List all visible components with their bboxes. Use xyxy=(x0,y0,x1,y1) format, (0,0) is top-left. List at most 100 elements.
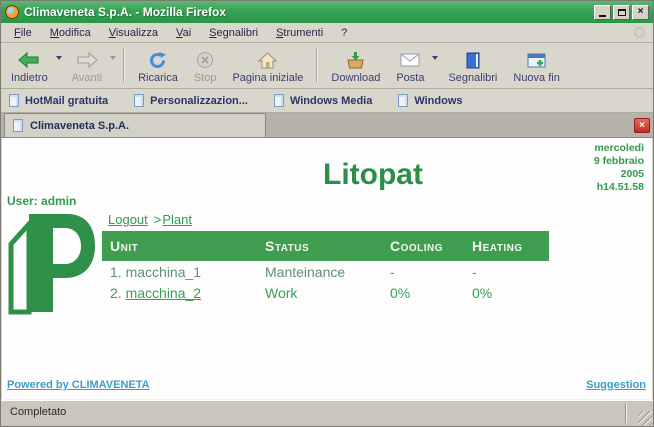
heating-cell: - xyxy=(464,264,549,280)
status-cell: Work xyxy=(257,285,382,301)
statusbar-divider xyxy=(625,403,627,423)
navigation-toolbar: Indietro Avanti Ricarica xyxy=(1,43,653,89)
menu-segnalibri[interactable]: Segnalibri xyxy=(200,25,267,41)
forward-button[interactable]: Avanti xyxy=(64,45,110,85)
col-cooling: Cooling xyxy=(382,238,464,254)
unit-name: macchina_1 xyxy=(126,264,202,280)
tab-label: Climaveneta S.p.A. xyxy=(30,120,129,132)
menu-vai[interactable]: Vai xyxy=(167,25,200,41)
stop-button[interactable]: Stop xyxy=(186,45,225,85)
bookmarks-label: Segnalibri xyxy=(448,72,497,84)
back-arrow-icon xyxy=(18,50,40,70)
forward-label: Avanti xyxy=(72,72,102,84)
status-bar: Completato xyxy=(1,399,653,426)
resize-grip-icon[interactable] xyxy=(638,411,652,425)
new-window-label: Nuova fin xyxy=(513,72,559,84)
close-icon: × xyxy=(638,7,644,17)
minimize-button[interactable] xyxy=(594,5,611,20)
status-text: Completato xyxy=(10,406,66,418)
main-area: Litopat Logout >Plant Unit Status Cooling… xyxy=(102,138,644,399)
reload-label: Ricarica xyxy=(138,72,178,84)
unit-name-link[interactable]: macchina_2 xyxy=(126,285,202,301)
bookmark-hotmail[interactable]: HotMail gratuita xyxy=(9,94,108,107)
firefox-icon[interactable] xyxy=(5,5,19,19)
tab-climaveneta[interactable]: Climaveneta S.p.A. xyxy=(4,113,266,137)
col-unit: Unit xyxy=(102,238,257,254)
unit-cell: 2. macchina_2 xyxy=(102,285,257,301)
mail-label: Posta xyxy=(396,72,424,84)
menu-modifica[interactable]: Modifica xyxy=(41,25,100,41)
stop-icon xyxy=(196,50,214,70)
page-icon xyxy=(274,94,284,107)
table-row: 1. macchina_1 Manteinance - - xyxy=(102,261,549,282)
minimize-icon xyxy=(599,15,606,17)
mail-icon xyxy=(400,50,420,70)
titlebar: Climaveneta S.p.A. - Mozilla Firefox × xyxy=(1,1,653,23)
cooling-cell: - xyxy=(382,264,464,280)
unit-cell: 1. macchina_1 xyxy=(102,264,257,280)
bookmarks-button[interactable]: Segnalibri xyxy=(440,45,505,85)
home-icon xyxy=(258,50,277,70)
breadcrumb-separator: > xyxy=(154,212,162,227)
powered-by-link[interactable]: Powered by CLIMAVENETA xyxy=(7,379,150,391)
new-window-icon xyxy=(527,50,546,70)
page-icon xyxy=(13,119,23,132)
bookmark-label: HotMail gratuita xyxy=(25,95,108,107)
page-title: Litopat xyxy=(102,158,644,192)
mail-dropdown-icon[interactable] xyxy=(432,56,438,60)
col-heating: Heating xyxy=(464,238,549,254)
forward-dropdown-icon[interactable] xyxy=(110,56,116,60)
bookmark-label: Windows Media xyxy=(290,95,372,107)
tab-strip: Climaveneta S.p.A. × xyxy=(1,113,653,138)
cooling-cell: 0% xyxy=(382,285,464,301)
browser-window: Climaveneta S.p.A. - Mozilla Firefox × F… xyxy=(0,0,654,427)
download-button[interactable]: Download xyxy=(323,45,388,85)
back-dropdown-icon[interactable] xyxy=(56,56,62,60)
reload-button[interactable]: Ricarica xyxy=(130,45,186,85)
status-cell: Manteinance xyxy=(257,264,382,280)
home-button[interactable]: Pagina iniziale xyxy=(224,45,311,85)
bookmark-windows[interactable]: Windows xyxy=(398,94,462,107)
mail-button[interactable]: Posta xyxy=(388,45,432,85)
menubar: File Modifica Visualizza Vai Segnalibri … xyxy=(1,23,653,43)
reload-icon xyxy=(148,50,167,70)
toolbar-separator xyxy=(123,48,125,82)
close-icon: × xyxy=(639,121,645,131)
breadcrumb: Logout >Plant xyxy=(108,212,192,227)
back-button[interactable]: Indietro xyxy=(3,45,56,85)
page-icon xyxy=(134,94,144,107)
bookmark-label: Windows xyxy=(414,95,462,107)
home-label: Pagina iniziale xyxy=(232,72,303,84)
menu-file[interactable]: File xyxy=(5,25,41,41)
menu-strumenti[interactable]: Strumenti xyxy=(267,25,332,41)
litopat-logo xyxy=(5,206,97,324)
heating-cell: 0% xyxy=(464,285,549,301)
tab-close-button[interactable]: × xyxy=(634,118,650,133)
col-status: Status xyxy=(257,238,382,254)
download-icon xyxy=(346,50,365,70)
close-button[interactable]: × xyxy=(632,5,649,20)
new-window-button[interactable]: Nuova fin xyxy=(505,45,567,85)
toolbar-separator xyxy=(316,48,318,82)
bookmark-personalizzazione[interactable]: Personalizzazion... xyxy=(134,94,248,107)
back-label: Indietro xyxy=(11,72,48,84)
download-label: Download xyxy=(331,72,380,84)
forward-arrow-icon xyxy=(76,50,98,70)
table-row: 2. macchina_2 Work 0% 0% xyxy=(102,282,549,303)
page-content: mercoledì 9 febbraio 2005 h14.51.58 User… xyxy=(2,138,652,399)
plant-link[interactable]: Plant xyxy=(162,212,192,227)
row-number: 2. xyxy=(110,285,122,301)
table-header: Unit Status Cooling Heating xyxy=(102,231,549,261)
bookmarks-book-icon xyxy=(465,50,481,70)
menu-visualizza[interactable]: Visualizza xyxy=(100,25,167,41)
bookmark-windows-media[interactable]: Windows Media xyxy=(274,94,372,107)
logout-link[interactable]: Logout xyxy=(108,212,148,227)
window-title: Climaveneta S.p.A. - Mozilla Firefox xyxy=(24,5,589,19)
suggestion-link[interactable]: Suggestion xyxy=(586,379,646,391)
maximize-button[interactable] xyxy=(613,5,630,20)
page-icon xyxy=(398,94,408,107)
row-number: 1. xyxy=(110,264,122,280)
menu-help[interactable]: ? xyxy=(332,25,356,41)
stop-label: Stop xyxy=(194,72,217,84)
maximize-icon xyxy=(618,9,626,16)
